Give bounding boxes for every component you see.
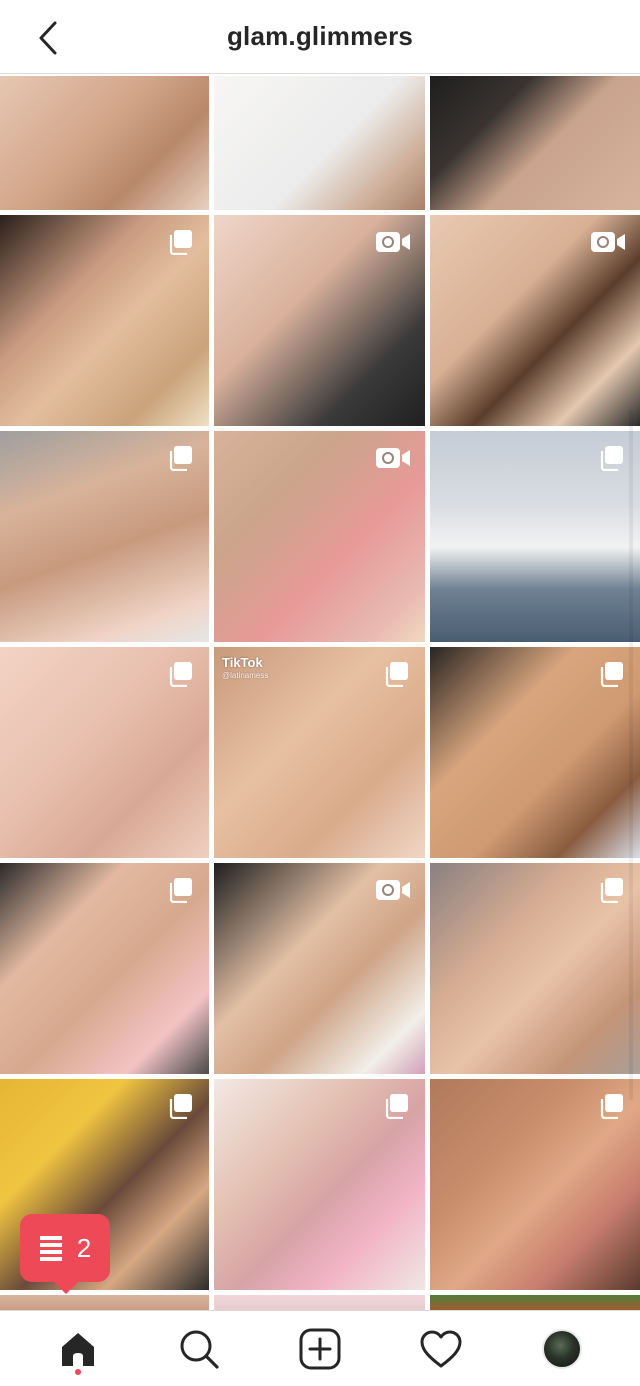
plus-square-icon xyxy=(299,1328,341,1369)
grid-post[interactable] xyxy=(0,647,209,858)
back-button[interactable] xyxy=(30,18,66,58)
chevron-left-icon xyxy=(39,21,57,55)
grid-post[interactable] xyxy=(430,1079,640,1290)
nav-profile[interactable] xyxy=(530,1319,594,1379)
nav-home[interactable] xyxy=(46,1319,110,1379)
carousel-icon xyxy=(381,1093,411,1119)
carousel-icon xyxy=(165,661,195,687)
nav-new-post[interactable] xyxy=(288,1319,352,1379)
nav-search[interactable] xyxy=(167,1319,231,1379)
grid-post[interactable] xyxy=(0,863,209,1074)
scrollbar[interactable] xyxy=(629,410,633,1100)
grid-post[interactable]: TikTok @latinamess xyxy=(214,647,425,858)
grid-post[interactable] xyxy=(430,863,640,1074)
carousel-icon xyxy=(596,445,626,471)
grid-post[interactable] xyxy=(430,647,640,858)
grid-post[interactable] xyxy=(214,76,425,210)
carousel-icon xyxy=(596,1093,626,1119)
avatar xyxy=(541,1328,582,1369)
video-icon xyxy=(375,229,411,255)
tiktok-watermark: TikTok @latinamess xyxy=(222,655,268,680)
grid-post[interactable] xyxy=(0,76,209,210)
grid-post[interactable] xyxy=(214,215,425,426)
grid-post[interactable] xyxy=(430,431,640,642)
grid-post[interactable] xyxy=(430,76,640,210)
posts-stack-icon xyxy=(39,1236,62,1261)
video-icon xyxy=(590,229,626,255)
nav-activity[interactable] xyxy=(409,1319,473,1379)
grid-post[interactable] xyxy=(0,215,209,426)
heart-icon xyxy=(420,1330,462,1367)
carousel-icon xyxy=(165,1093,195,1119)
post-grid: TikTok @latinamess xyxy=(0,76,640,1317)
carousel-icon xyxy=(381,661,411,687)
grid-post[interactable] xyxy=(214,863,425,1074)
tiktok-handle: @latinamess xyxy=(222,670,269,680)
top-bar: glam.glimmers xyxy=(0,0,640,74)
active-indicator xyxy=(75,1368,82,1375)
bottom-navigation xyxy=(0,1310,640,1386)
carousel-icon xyxy=(596,877,626,903)
grid-post[interactable] xyxy=(0,431,209,642)
carousel-icon xyxy=(165,229,195,255)
page-title: glam.glimmers xyxy=(226,21,414,51)
video-icon xyxy=(375,445,411,471)
grid-post[interactable] xyxy=(430,215,640,426)
home-icon xyxy=(62,1332,95,1366)
notification-count: 2 xyxy=(76,1232,92,1263)
notification-toast[interactable]: 2 xyxy=(20,1214,110,1294)
tiktok-label: TikTok xyxy=(222,655,263,670)
search-icon xyxy=(180,1330,219,1369)
grid-post[interactable] xyxy=(214,1079,425,1290)
carousel-icon xyxy=(596,661,626,687)
carousel-icon xyxy=(165,445,195,471)
video-icon xyxy=(375,877,411,903)
carousel-icon xyxy=(165,877,195,903)
grid-post[interactable] xyxy=(214,431,425,642)
